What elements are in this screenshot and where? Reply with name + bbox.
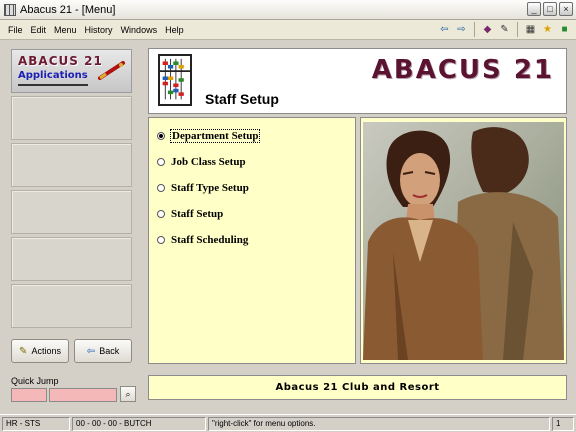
module-header: Staff Setup ABACUS 21 [148, 48, 567, 114]
toolbar: ⇦ ⇨ ◆ ✎ ▦ ★ ■ [437, 22, 572, 37]
quick-jump: Quick Jump ⌕ [5, 372, 136, 402]
page-title: Staff Setup [205, 91, 279, 107]
setup-options-panel: Department Setup Job Class Setup Staff T… [148, 117, 356, 364]
arrow-left-icon[interactable]: ⇦ [437, 22, 452, 37]
brand-logo: ABACUS 21 [371, 55, 554, 85]
arrow-right-icon[interactable]: ⇨ [454, 22, 469, 37]
menu-menu[interactable]: Menu [50, 25, 81, 35]
option-staff-setup[interactable]: Staff Setup [157, 208, 223, 220]
running-man-icon[interactable]: ★ [540, 22, 555, 37]
minimize-button[interactable]: _ [527, 2, 541, 16]
quick-jump-search-button[interactable]: ⌕ [120, 386, 136, 402]
club-name-bar: Abacus 21 Club and Resort [148, 375, 567, 400]
menu-windows[interactable]: Windows [117, 25, 162, 35]
radio-button[interactable] [157, 236, 165, 244]
title-bar: Abacus 21 - [Menu] _ □ × [0, 0, 576, 20]
logo-underline [18, 84, 88, 86]
logo-title: ABACUS 21 [18, 54, 103, 68]
applications-logo-tile[interactable]: ABACUS 21 Applications [11, 49, 132, 93]
radio-button[interactable] [157, 158, 165, 166]
exit-door-icon[interactable]: ■ [557, 22, 572, 37]
pen-icon[interactable]: ✎ [497, 22, 512, 37]
quick-jump-field-1[interactable] [11, 388, 47, 402]
menu-help[interactable]: Help [161, 25, 188, 35]
option-staff-scheduling[interactable]: Staff Scheduling [157, 234, 248, 246]
calculator-icon[interactable]: ▦ [523, 22, 538, 37]
option-job-class-setup[interactable]: Job Class Setup [157, 156, 246, 168]
option-label: Staff Scheduling [171, 234, 249, 246]
status-page: 1 [552, 417, 574, 431]
radio-button[interactable] [157, 132, 165, 140]
option-label: Job Class Setup [171, 156, 246, 168]
staff-photo-panel [360, 117, 567, 364]
window-title: Abacus 21 - [Menu] [20, 3, 116, 16]
app-slot-3[interactable] [11, 190, 132, 234]
app-slot-4[interactable] [11, 237, 132, 281]
magnifier-icon: ⌕ [125, 389, 131, 399]
status-hint: "right-click" for menu options. [208, 417, 550, 431]
abacus-icon [158, 54, 192, 106]
option-label: Staff Type Setup [171, 182, 249, 194]
club-name: Abacus 21 Club and Resort [275, 382, 440, 393]
option-label: Department Setup [169, 129, 261, 143]
quick-jump-field-2[interactable] [49, 388, 117, 402]
app-grid-icon [4, 3, 16, 16]
book-icon[interactable]: ◆ [480, 22, 495, 37]
radio-button[interactable] [157, 210, 165, 218]
radio-button[interactable] [157, 184, 165, 192]
status-user: 00 - 00 - 00 - BUTCH [72, 417, 206, 431]
back-button-label: Back [99, 346, 120, 356]
option-label: Staff Setup [171, 208, 224, 220]
app-slot-2[interactable] [11, 143, 132, 187]
toolbar-divider [517, 22, 518, 37]
menu-edit[interactable]: Edit [27, 25, 51, 35]
toolbar-divider [474, 22, 475, 37]
menu-history[interactable]: History [81, 25, 117, 35]
menu-bar: File Edit Menu History Windows Help ⇦ ⇨ … [0, 20, 576, 40]
status-bar: HR - STS 00 - 00 - 00 - BUTCH "right-cli… [0, 414, 576, 432]
fountain-pen-icon [98, 61, 125, 80]
app-slot-1[interactable] [11, 96, 132, 140]
option-department-setup[interactable]: Department Setup [157, 129, 261, 143]
logo-subtitle: Applications [18, 70, 88, 81]
maximize-button[interactable]: □ [543, 2, 557, 16]
quick-jump-label: Quick Jump [11, 376, 59, 386]
actions-button[interactable]: ✎ Actions [11, 339, 69, 363]
actions-button-label: Actions [31, 346, 61, 356]
back-arrow-icon: ⇦ [86, 345, 96, 357]
pencil-icon: ✎ [19, 345, 28, 357]
staff-photo [363, 122, 564, 360]
close-button[interactable]: × [559, 2, 573, 16]
status-module: HR - STS [2, 417, 70, 431]
menu-file[interactable]: File [0, 25, 27, 35]
option-staff-type-setup[interactable]: Staff Type Setup [157, 182, 249, 194]
applications-sidebar: ABACUS 21 Applications ✎ Actions ⇦ Back [5, 42, 136, 368]
app-slot-5[interactable] [11, 284, 132, 328]
back-button[interactable]: ⇦ Back [74, 339, 132, 363]
window-controls: _ □ × [527, 2, 573, 16]
